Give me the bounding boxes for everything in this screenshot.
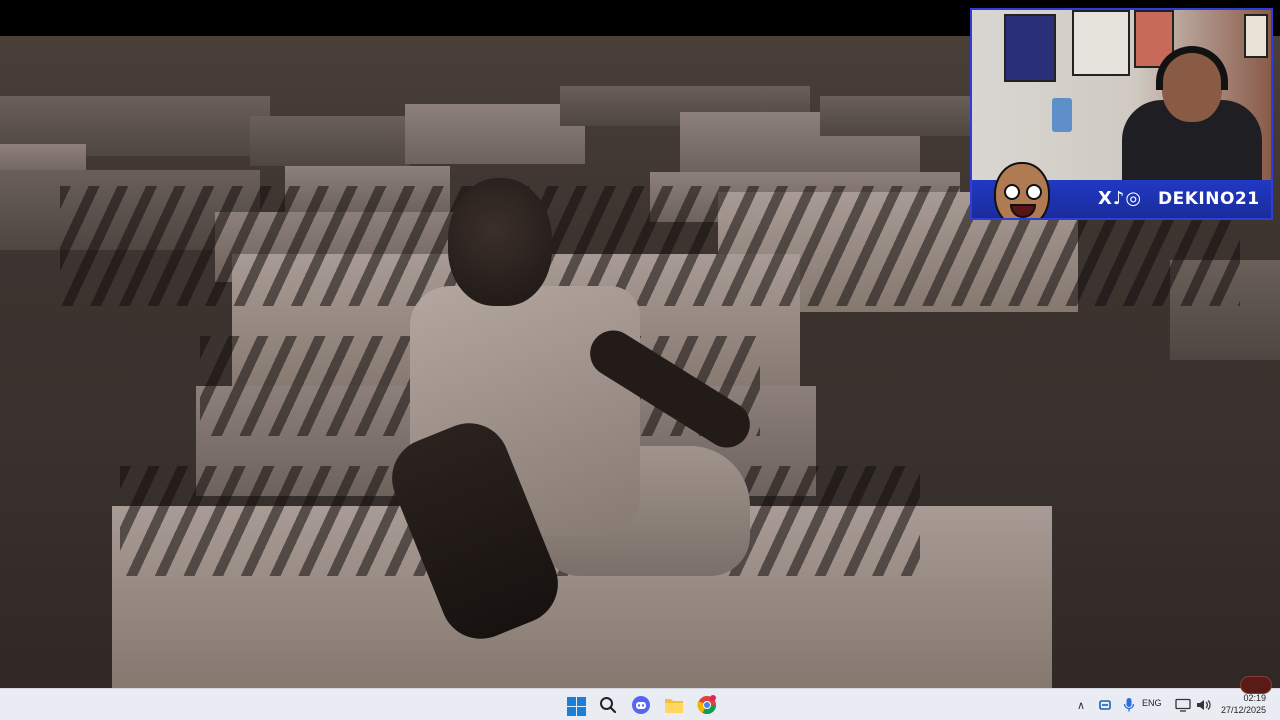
microphone-icon[interactable] (1118, 694, 1140, 716)
volume-icon[interactable] (1192, 694, 1214, 716)
chrome-icon[interactable] (696, 694, 718, 716)
system-clock[interactable]: 02:19 27/12/2025 (1214, 692, 1266, 716)
webcam-feed (972, 10, 1271, 180)
social-icons: X♪◎ (1098, 188, 1143, 209)
discord-icon[interactable] (630, 694, 652, 716)
webcam-overlay: X♪◎ DEKINO21 (970, 8, 1273, 220)
language-indicator[interactable]: ENG (1142, 698, 1162, 708)
streamer-handle: DEKINO21 (1158, 189, 1260, 209)
clock-date: 27/12/2025 (1220, 705, 1266, 715)
notification-icon[interactable] (1240, 676, 1272, 694)
social-banner: X♪◎ DEKINO21 (972, 162, 1271, 218)
chevron-up-icon[interactable]: ∧ (1070, 694, 1092, 716)
search-icon[interactable] (597, 694, 619, 716)
person-head (448, 178, 552, 306)
network-icon[interactable] (1172, 694, 1194, 716)
mug (1052, 98, 1072, 132)
mascot-logo (994, 162, 1050, 218)
sync-icon[interactable] (1094, 694, 1116, 716)
taskbar: ∧ ENG 02:19 27/12/2025 (0, 688, 1280, 720)
windows-start-icon[interactable] (564, 694, 586, 716)
file-explorer-icon[interactable] (663, 694, 685, 716)
